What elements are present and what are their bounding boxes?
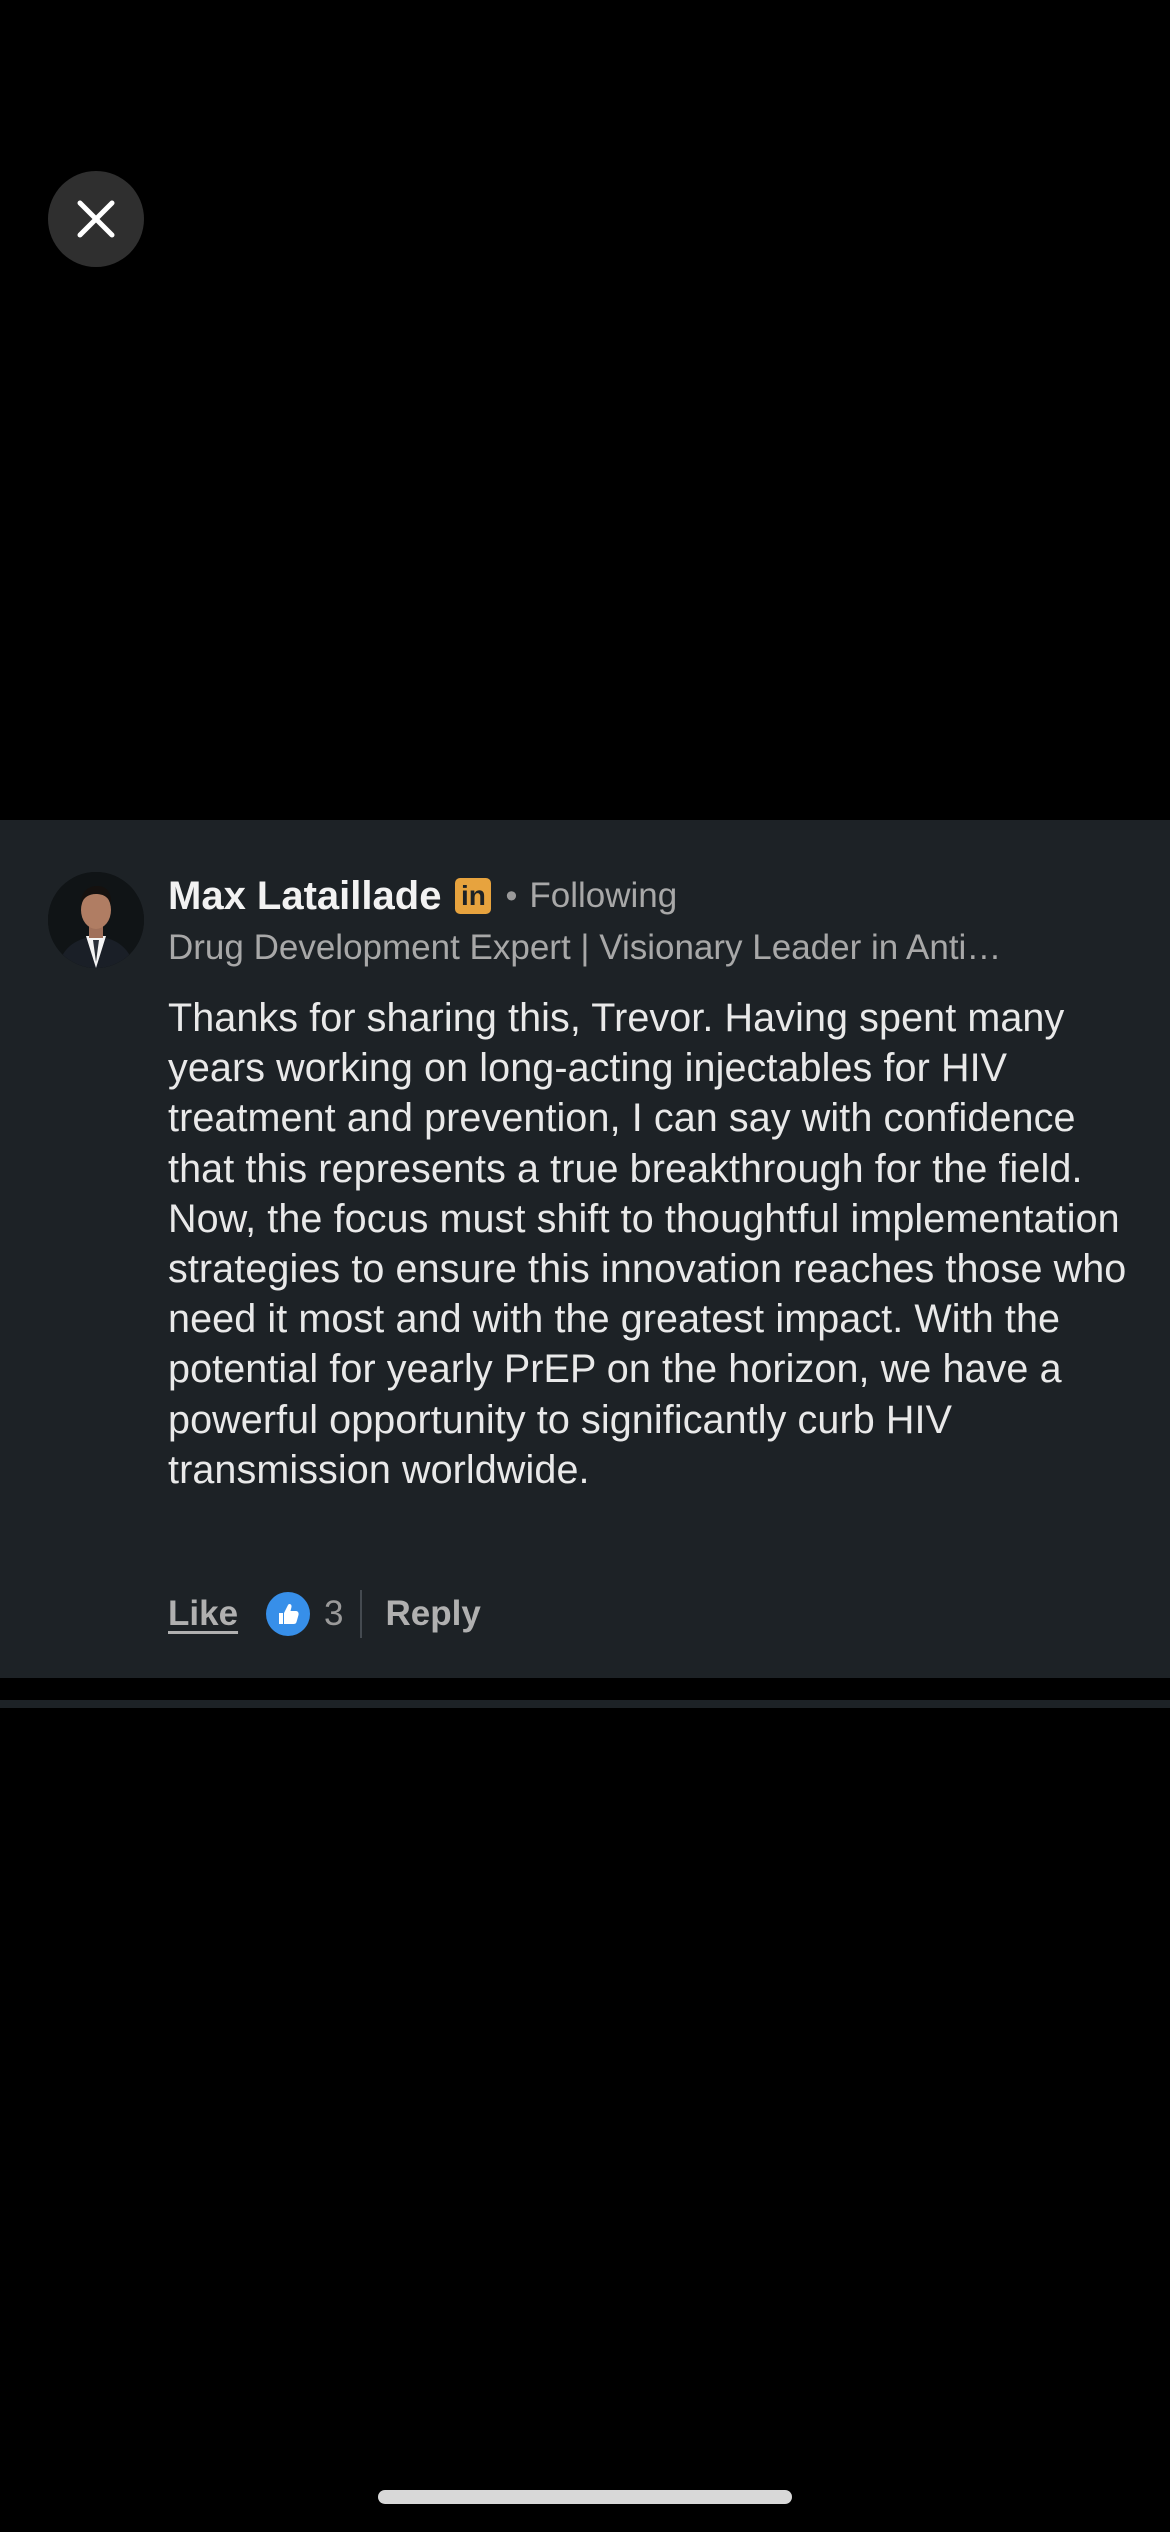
comment-text: Thanks for sharing this, Trevor. Having … bbox=[168, 996, 1127, 1492]
comment-actions: Like 3 Reply bbox=[168, 1586, 481, 1642]
close-icon bbox=[77, 200, 115, 238]
linkedin-premium-badge-icon: in bbox=[455, 878, 492, 914]
following-status: Following bbox=[529, 876, 678, 915]
like-button[interactable]: Like bbox=[168, 1594, 238, 1634]
reply-button[interactable]: Reply bbox=[386, 1594, 481, 1634]
author-headline: Drug Development Expert | Visionary Lead… bbox=[168, 928, 1002, 967]
section-divider bbox=[0, 1700, 1170, 1708]
home-indicator[interactable] bbox=[378, 2490, 792, 2504]
action-divider bbox=[359, 1590, 362, 1638]
author-line: Max Lataillade in • Following bbox=[168, 868, 677, 924]
reaction-count[interactable]: 3 bbox=[324, 1594, 343, 1634]
author-name[interactable]: Max Lataillade bbox=[168, 874, 441, 919]
avatar[interactable] bbox=[48, 872, 144, 968]
close-button[interactable] bbox=[48, 171, 144, 267]
separator-dot: • bbox=[505, 876, 518, 915]
thumbs-up-icon[interactable] bbox=[266, 1592, 311, 1636]
